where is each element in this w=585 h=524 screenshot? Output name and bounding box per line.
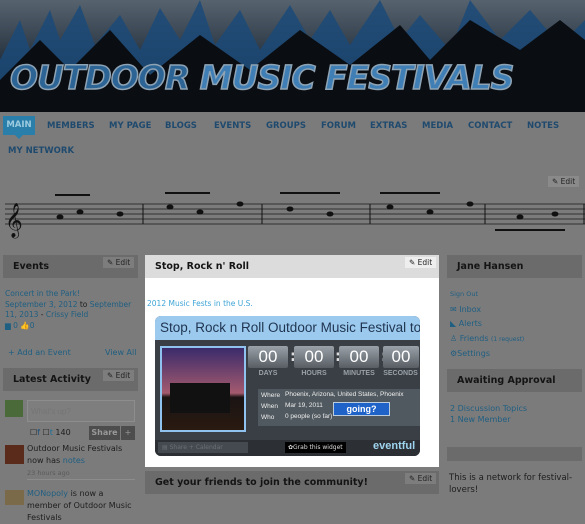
share-calendar-button[interactable]: ▤ Share + Calendar: [158, 442, 248, 453]
view-all-events-link[interactable]: View All: [105, 348, 136, 357]
more-button[interactable]: +: [121, 426, 135, 440]
minutes-counter: 00: [339, 346, 379, 368]
edit-button-featured[interactable]: ✎ Edit: [405, 257, 437, 268]
widget-footer: ▤ Share + Calendar ✿Grab this widget eve…: [155, 440, 420, 456]
person-icon: ♙: [450, 333, 458, 343]
char-count: 140: [55, 428, 71, 437]
invite-header: Get your friends to join the community!: [145, 471, 439, 494]
days-label: DAYS: [258, 370, 278, 377]
edit-button-events[interactable]: ✎ Edit: [103, 257, 135, 268]
nav-tab-forum[interactable]: FORUM: [321, 121, 356, 131]
nav-tab-main[interactable]: MAIN: [3, 116, 35, 139]
user-header: Jane Hansen: [447, 255, 582, 278]
seconds-counter: 00: [383, 346, 419, 368]
to-label: to: [79, 300, 88, 309]
nav-tab-notes[interactable]: NOTES: [527, 121, 559, 131]
discussion-topics-link[interactable]: 2 Discussion Topics: [450, 403, 527, 414]
grab-widget-button[interactable]: ✿Grab this widget: [285, 442, 346, 453]
user-links: ✉ Inbox ◣ Alerts ♙ Friends (1 request) ⚙…: [450, 303, 524, 361]
facebook-icon: f: [37, 428, 40, 437]
settings-link[interactable]: ⚙Settings: [450, 347, 524, 361]
eventful-logo[interactable]: eventful: [373, 440, 415, 452]
nav-tab-events[interactable]: EVENTS: [214, 121, 251, 131]
about-header: [447, 447, 582, 461]
site-banner: OUTDOOR MUSIC FESTIVALS: [0, 0, 585, 112]
activity-item: MONopoly is now a member of Outdoor Musi…: [27, 489, 132, 522]
when-value: Mar 19, 2011: [285, 402, 323, 409]
new-member-link[interactable]: 1 New Member: [450, 414, 527, 425]
comment-icon: ▆: [5, 321, 11, 330]
edit-button-activity[interactable]: ✎ Edit: [103, 370, 135, 381]
alerts-link[interactable]: ◣ Alerts: [450, 317, 524, 331]
hours-label: HOURS: [301, 370, 327, 377]
going-button[interactable]: going?: [333, 402, 390, 416]
approval-list: 2 Discussion Topics 1 New Member: [450, 403, 527, 425]
nav-tab-my-network[interactable]: MY NETWORK: [8, 146, 74, 156]
status-input[interactable]: [27, 400, 135, 422]
notes-link[interactable]: notes: [63, 456, 85, 465]
divider: [27, 479, 135, 480]
nav-tab-my-page[interactable]: MY PAGE: [109, 121, 151, 131]
nav-tab-contact[interactable]: CONTACT: [468, 121, 512, 131]
edit-button-invite[interactable]: ✎ Edit: [405, 473, 437, 484]
who-label: Who: [261, 414, 275, 421]
twitter-checkbox[interactable]: ☐: [43, 428, 50, 437]
thumbs-up-icon: 👍: [20, 321, 30, 330]
activity-item: Outdoor Music Festivals now has notes 23 …: [27, 444, 123, 477]
featured-event-module: Stop, Rock n' Roll ✎ Edit 2012 Music Fes…: [145, 255, 439, 467]
event-item: Concert in the Park! September 3, 2012 t…: [5, 288, 137, 332]
hours-counter: 00: [294, 346, 334, 368]
awaiting-approval-header: Awaiting Approval: [447, 369, 582, 392]
share-options: ☐f ☐t 140: [30, 428, 71, 437]
event-info: Where Phoenix, Arizona, United States, P…: [258, 389, 420, 426]
share-button[interactable]: Share: [89, 426, 120, 440]
nav-tab-groups[interactable]: GROUPS: [266, 121, 306, 131]
when-label: When: [261, 403, 278, 410]
music-fests-link[interactable]: 2012 Music Fests in the U.S.: [147, 299, 253, 308]
event-start-link[interactable]: September 3, 2012: [5, 300, 77, 309]
comment-count[interactable]: 0: [13, 321, 18, 330]
event-photo: [160, 346, 246, 432]
like-count[interactable]: 0: [30, 321, 35, 330]
svg-text:𝄞: 𝄞: [5, 203, 23, 239]
add-event-link[interactable]: + Add an Event: [8, 348, 71, 357]
activity-avatar: [5, 445, 24, 464]
nav-tab-members[interactable]: MEMBERS: [47, 121, 95, 131]
minutes-label: MINUTES: [343, 370, 375, 377]
share-icon: ▤: [162, 444, 168, 451]
widget-title[interactable]: Stop, Rock n Roll Outdoor Music Festival…: [155, 316, 420, 340]
friends-link[interactable]: ♙ Friends (1 request): [450, 332, 524, 347]
user-avatar: [5, 400, 23, 417]
activity-avatar: [5, 490, 24, 505]
eventful-countdown-widget: Stop, Rock n Roll Outdoor Music Festival…: [155, 316, 420, 456]
about-text: This is a network for festival-lovers!: [449, 473, 573, 495]
edit-button-music[interactable]: ✎ Edit: [548, 176, 580, 187]
event-title-link[interactable]: Concert in the Park!: [5, 288, 137, 300]
music-staff-image: 𝄞: [5, 192, 585, 239]
nav-tab-extras[interactable]: EXTRAS: [370, 121, 407, 131]
seconds-label: SECONDS: [383, 370, 418, 377]
days-counter: 00: [248, 346, 288, 368]
megaphone-icon: ◣: [450, 319, 457, 329]
event-location-link[interactable]: Crissy Field: [46, 310, 88, 319]
featured-event-header: Stop, Rock n' Roll: [145, 255, 439, 278]
who-value: 0 people (so far): [285, 413, 333, 420]
member-link[interactable]: MONopoly: [27, 489, 68, 498]
nav-tab-media[interactable]: MEDIA: [422, 121, 453, 131]
where-label: Where: [261, 392, 281, 399]
where-value: Phoenix, Arizona, United States, Phoenix: [285, 391, 404, 398]
envelope-icon: ✉: [450, 305, 457, 314]
site-logo-title[interactable]: OUTDOOR MUSIC FESTIVALS: [9, 57, 515, 98]
twitter-icon: t: [49, 428, 53, 437]
inbox-link[interactable]: ✉ Inbox: [450, 303, 524, 317]
sign-out-link[interactable]: Sign Out: [450, 290, 478, 298]
nav-tab-blogs[interactable]: BLOGS: [165, 121, 197, 131]
